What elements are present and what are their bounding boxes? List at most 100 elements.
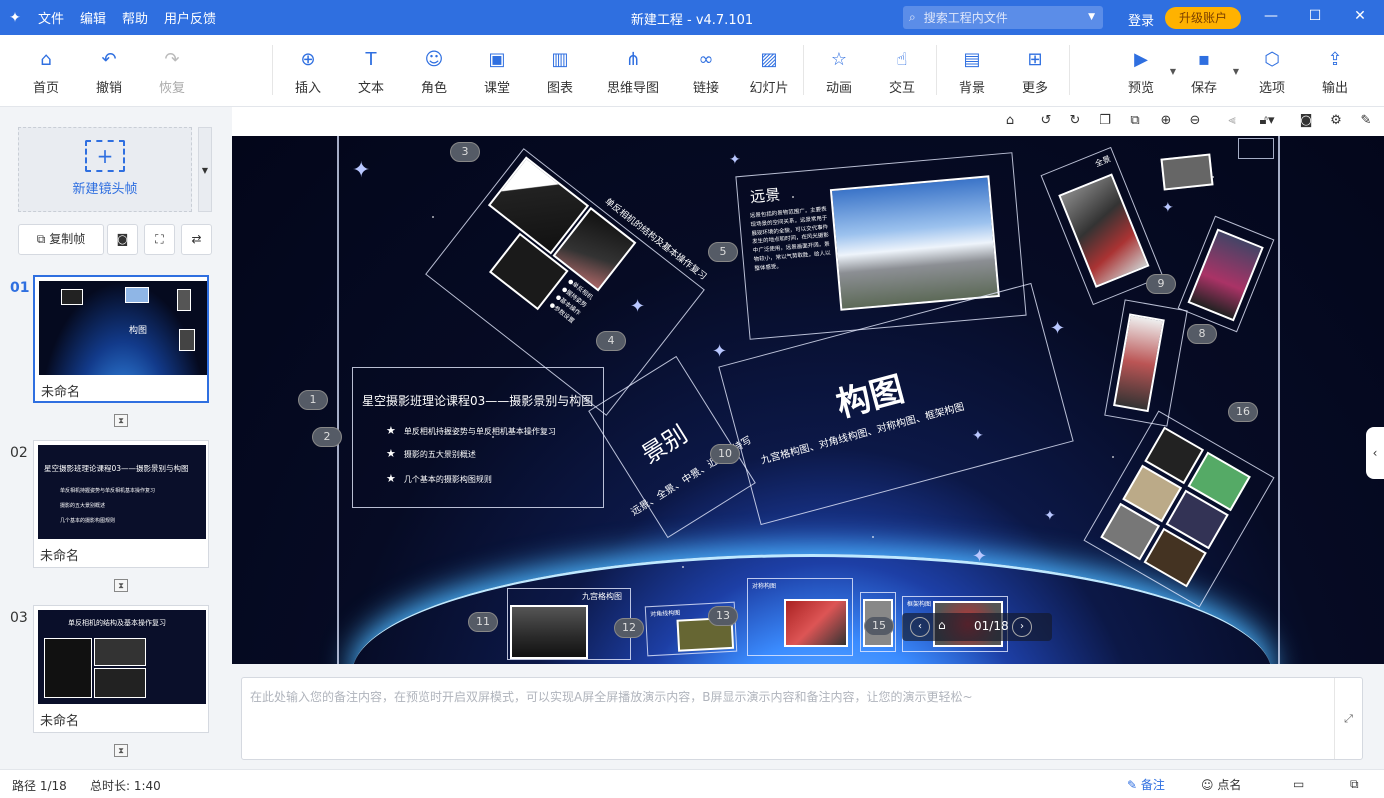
new-frame-button[interactable]: + 新建镜头帧	[18, 127, 192, 212]
minimize-icon[interactable]: —	[1261, 8, 1281, 24]
close-icon[interactable]: ✕	[1350, 8, 1370, 24]
bullet-item: ★ 单反相机持握姿势与单反相机基本操作复习	[386, 424, 556, 437]
align-icon[interactable]: ⫷	[1224, 113, 1240, 129]
screen-icon[interactable]: ▭	[1293, 777, 1304, 791]
menu-edit[interactable]: 编辑	[80, 8, 106, 27]
transition-icon[interactable]: ⧗	[114, 744, 128, 757]
mindmap-button[interactable]: ⋔ 思维导图	[598, 49, 668, 96]
path-badge[interactable]: 15	[864, 616, 894, 636]
right-panel-toggle[interactable]: ‹	[1366, 427, 1384, 479]
full-shot-title: 全景	[1093, 154, 1112, 169]
path-badge[interactable]: 3	[450, 142, 480, 162]
text-button[interactable]: T 文本	[340, 49, 402, 96]
thumb-photo	[179, 329, 195, 351]
thumb-photo	[61, 289, 83, 305]
prev-slide-icon[interactable]: ‹	[910, 617, 930, 637]
path-badge[interactable]: 1	[298, 390, 328, 410]
swap-icon: ⇄	[191, 232, 202, 246]
new-frame-dropdown[interactable]: ▼	[198, 127, 212, 212]
classroom-icon: ▣	[488, 49, 506, 70]
animation-button[interactable]: ☆ 动画	[808, 49, 870, 96]
rotate-right-icon[interactable]: ↻	[1067, 113, 1083, 129]
menu-feedback[interactable]: 用户反馈	[164, 8, 216, 27]
rotate-left-icon[interactable]: ↺	[1038, 113, 1054, 129]
path-badge[interactable]: 13	[708, 606, 738, 626]
path-badge[interactable]: 9	[1146, 274, 1176, 294]
redo-button[interactable]: ↷ 恢复	[141, 49, 203, 96]
more-button[interactable]: ⊞ 更多	[1004, 49, 1066, 96]
expand-notes-icon[interactable]: ⤢	[1334, 678, 1362, 759]
path-badge[interactable]: 2	[312, 427, 342, 447]
screenshot-button[interactable]: ◙	[107, 224, 138, 255]
login-link[interactable]: 登录	[1128, 10, 1154, 29]
undo-button[interactable]: ↶ 撤销	[78, 49, 140, 96]
path-badge[interactable]: 16	[1228, 402, 1258, 422]
copy-icon[interactable]: ❐	[1097, 113, 1113, 129]
interaction-button[interactable]: ☝ 交互	[871, 49, 933, 96]
slide-thumbnail-3[interactable]: 单反相机的结构及基本操作复习 未命名	[33, 605, 209, 733]
chevron-down-icon[interactable]: ▼	[1233, 67, 1239, 76]
slide-thumbnail-1[interactable]: 构图 未命名	[33, 275, 209, 403]
slide-index: 01	[10, 280, 30, 296]
star-decoration: ✦	[729, 152, 741, 168]
person-icon: ☺	[424, 49, 444, 70]
rollcall-button[interactable]: ☺ 点名	[1201, 776, 1241, 793]
chart-button[interactable]: ▥ 图表	[529, 49, 591, 96]
window-mode-icon[interactable]: ⧉	[1350, 777, 1359, 792]
replace-frame-button[interactable]: ⇄	[181, 224, 212, 255]
slide-preview: 单反相机的结构及基本操作复习	[38, 610, 206, 704]
path-badge[interactable]: 8	[1187, 324, 1217, 344]
insert-button[interactable]: ⊕ 插入	[277, 49, 339, 96]
save-button[interactable]: ▪ 保存 ▼	[1173, 49, 1239, 96]
slideshow-button[interactable]: ▨ 幻灯片	[738, 49, 800, 96]
upgrade-account-button[interactable]: 升级账户	[1165, 7, 1241, 29]
zoom-out-icon[interactable]: ⊖	[1187, 113, 1203, 129]
paste-icon[interactable]: ⧉	[1127, 113, 1143, 129]
path-badge[interactable]: 10	[710, 444, 740, 464]
project-search-input[interactable]: ⌕ 搜索工程内文件 ▼	[903, 6, 1103, 29]
transition-icon[interactable]: ⧗	[114, 414, 128, 427]
home-view-icon[interactable]: ⌂	[1002, 113, 1018, 129]
maximize-icon[interactable]: ☐	[1305, 8, 1325, 24]
notes-area[interactable]: 在此处输入您的备注内容，在预览时开启双屏模式，可以实现A屏全屏播放演示内容，B屏…	[241, 677, 1363, 760]
symmetry-photo	[784, 599, 848, 647]
path-badge[interactable]: 5	[708, 242, 738, 262]
transition-icon[interactable]: ⧗	[114, 579, 128, 592]
slide-preview: 构图	[39, 281, 207, 375]
star-dot	[432, 216, 434, 218]
app-logo-icon: ✦	[9, 9, 21, 26]
star-decoration: ✦	[352, 158, 371, 183]
chevron-down-icon[interactable]: ▼	[1088, 12, 1095, 22]
menu-file[interactable]: 文件	[38, 8, 64, 27]
symmetry-composition-frame[interactable]: 对称构图	[747, 578, 853, 656]
path-badge[interactable]: 11	[468, 612, 498, 632]
lock-icon[interactable]: 🔓︎▾	[1254, 113, 1280, 129]
background-icon: ▤	[963, 49, 981, 70]
slide-thumbnail-2[interactable]: 星空摄影班理论课程03——摄影景别与构图 单反相机持握姿势与单反相机基本操作复习…	[33, 440, 209, 568]
path-badge[interactable]: 4	[596, 331, 626, 351]
edit-icon[interactable]: ✎	[1358, 113, 1374, 129]
star-bullet-icon: ★	[386, 447, 396, 460]
menu-help[interactable]: 帮助	[122, 8, 148, 27]
camera-icon[interactable]: ◙	[1298, 113, 1314, 129]
role-button[interactable]: ☺ 角色	[403, 49, 465, 96]
link-button[interactable]: ∞ 链接	[675, 49, 737, 96]
settings-icon[interactable]: ⚙	[1328, 113, 1344, 129]
canvas-stage[interactable]: ✦ ✦ ✦ ✦ ✦ ✦ ✦ ✦ ✦ ✦ 星空摄影班理论课程03——摄影景别与构图…	[232, 136, 1384, 664]
home-slide-icon[interactable]: ⌂	[938, 618, 946, 632]
home-button[interactable]: ⌂ 首页	[15, 49, 77, 96]
copy-frame-button[interactable]: ⧉ 复制帧	[18, 224, 104, 255]
preview-button[interactable]: ▶ 预览 ▼	[1110, 49, 1176, 96]
notes-toggle-button[interactable]: ✎ 备注	[1127, 776, 1165, 793]
options-button[interactable]: ⬡ 选项	[1241, 49, 1303, 96]
classroom-button[interactable]: ▣ 课堂	[466, 49, 528, 96]
closeup-photo[interactable]	[1160, 153, 1214, 191]
export-button[interactable]: ⇪ 输出	[1304, 49, 1366, 96]
fit-frame-button[interactable]: ⛶	[144, 224, 175, 255]
grid-composition-frame[interactable]: 九宫格构图	[507, 588, 631, 660]
background-button[interactable]: ▤ 背景	[941, 49, 1003, 96]
path-badge[interactable]: 12	[614, 618, 644, 638]
zoom-in-icon[interactable]: ⊕	[1158, 113, 1174, 129]
title-frame[interactable]	[352, 367, 604, 508]
next-slide-icon[interactable]: ›	[1012, 617, 1032, 637]
